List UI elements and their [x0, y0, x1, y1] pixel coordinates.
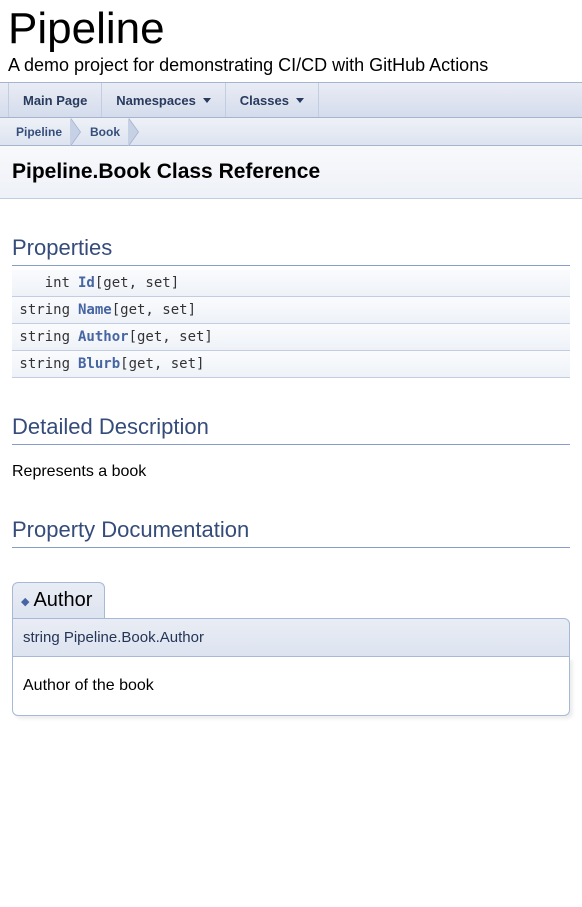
property-type: int — [12, 270, 74, 297]
diamond-icon: ◆ — [21, 596, 29, 608]
breadcrumb-item-book[interactable]: Book — [80, 118, 128, 145]
property-row: int Id[get, set] — [12, 270, 570, 297]
member-tab-label: Author — [33, 589, 92, 611]
member-doc: Author of the book — [12, 657, 570, 716]
breadcrumb-item-pipeline[interactable]: Pipeline — [6, 118, 70, 145]
tab-main-page[interactable]: Main Page — [8, 83, 102, 117]
detailed-description-header: Detailed Description — [12, 414, 570, 445]
properties-header: Properties — [12, 235, 570, 266]
property-name-link[interactable]: Blurb — [78, 356, 120, 372]
main-tabs: Main Page Namespaces Classes — [0, 82, 582, 118]
properties-table: int Id[get, set] string Name[get, set] s… — [12, 270, 570, 378]
property-row: string Blurb[get, set] — [12, 351, 570, 378]
breadcrumb-label: Pipeline — [16, 125, 62, 139]
chevron-down-icon — [296, 98, 304, 103]
property-documentation-header: Property Documentation — [12, 517, 570, 548]
property-name-link[interactable]: Id — [78, 275, 95, 291]
member-tab-author[interactable]: ◆ Author — [12, 582, 105, 618]
property-accessor: [get, set] — [120, 356, 204, 372]
property-type: string — [12, 324, 74, 351]
breadcrumb: Pipeline Book — [0, 118, 582, 146]
chevron-down-icon — [203, 98, 211, 103]
property-type: string — [12, 351, 74, 378]
tab-label: Namespaces — [116, 93, 196, 108]
property-name-link[interactable]: Author — [78, 329, 129, 345]
property-type: string — [12, 297, 74, 324]
breadcrumb-label: Book — [90, 125, 120, 139]
property-accessor: [get, set] — [95, 275, 179, 291]
detailed-description-text: Represents a book — [12, 463, 570, 481]
project-brief: A demo project for demonstrating CI/CD w… — [8, 55, 574, 76]
property-row: string Name[get, set] — [12, 297, 570, 324]
page-title: Pipeline.Book Class Reference — [12, 160, 570, 184]
tab-namespaces[interactable]: Namespaces — [102, 83, 226, 117]
tab-classes[interactable]: Classes — [226, 83, 319, 117]
tab-label: Classes — [240, 93, 289, 108]
property-accessor: [get, set] — [112, 302, 196, 318]
tab-label: Main Page — [23, 93, 87, 108]
property-accessor: [get, set] — [129, 329, 213, 345]
property-name-link[interactable]: Name — [78, 302, 112, 318]
member-prototype: string Pipeline.Book.Author — [12, 618, 570, 657]
project-name: Pipeline — [8, 5, 574, 53]
property-row: string Author[get, set] — [12, 324, 570, 351]
